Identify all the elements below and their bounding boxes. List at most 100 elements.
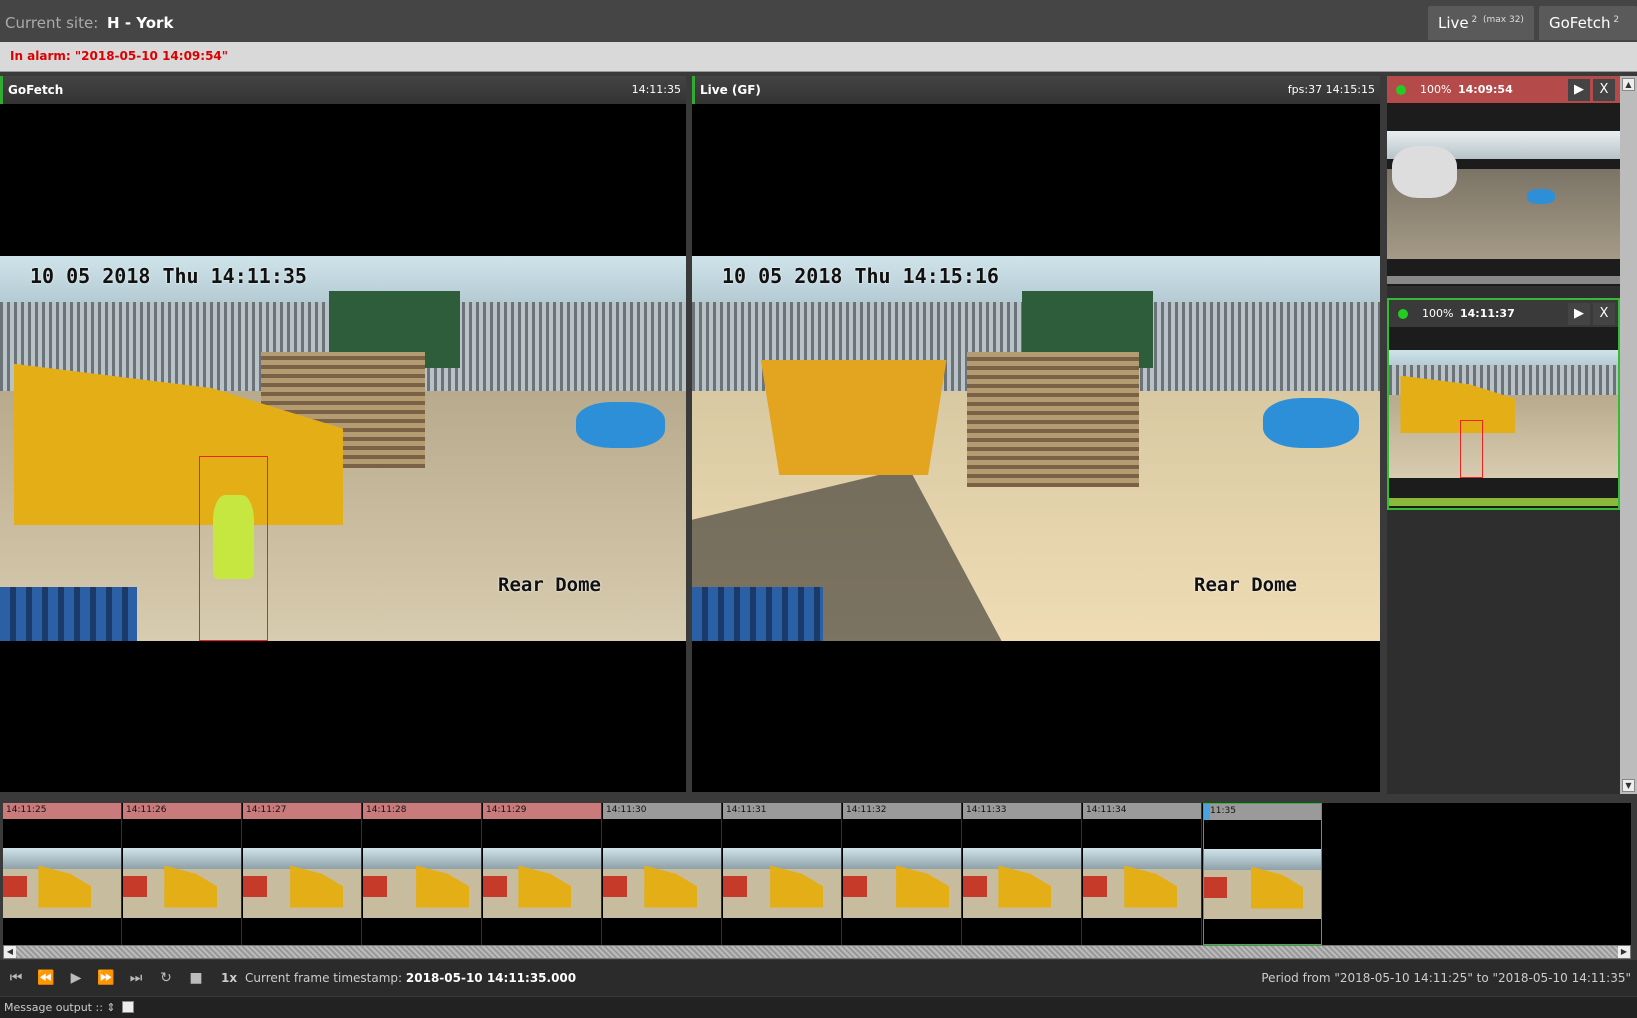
scene-blue-pallets	[692, 587, 823, 641]
timeline-frame[interactable]: 14:11:29	[483, 803, 602, 945]
live-osd-date: 10 05 2018 Thu 14:15:16	[722, 264, 999, 288]
playback-speed[interactable]: 1x	[221, 971, 237, 985]
gofetch-panel-header: GoFetch 14:11:35	[0, 76, 686, 104]
timeline-frame-thumbnail	[1204, 849, 1321, 919]
site-label: Current site:	[5, 14, 99, 32]
live-osd-camera: Rear Dome	[1194, 574, 1297, 596]
tab-live-max: (max 32)	[1482, 15, 1524, 25]
timeline-scrollbar[interactable]: ◀ ▶	[3, 945, 1631, 959]
thumb-card-2[interactable]: 100% 14:11:37 ▶ X	[1387, 298, 1620, 510]
gofetch-panel-title: GoFetch	[8, 83, 64, 97]
scroll-down-icon[interactable]: ▼	[1622, 779, 1635, 792]
message-output-checkbox[interactable]	[122, 1001, 134, 1013]
message-output: Message output :: ⇕	[0, 997, 1637, 1018]
timeline-frame-time: 14:11:25	[3, 803, 121, 819]
period-range: Period from "2018-05-10 14:11:25" to "20…	[1261, 971, 1631, 985]
loop-icon[interactable]: ↻	[154, 968, 178, 988]
timeline-frame[interactable]: 14:11:34	[1083, 803, 1202, 945]
timeline-frame[interactable]: 14:11:33	[963, 803, 1082, 945]
rewind-icon[interactable]: ⏪	[34, 968, 58, 988]
gofetch-osd-date: 10 05 2018 Thu 14:11:35	[30, 264, 307, 288]
scene-tank	[1526, 188, 1555, 204]
thumb-card-1-time: 14:09:54	[1458, 83, 1513, 96]
live-panel-title: Live (GF)	[700, 83, 761, 97]
side-scrollbar[interactable]: ▲ ▼	[1620, 76, 1637, 794]
thumb-card-1-image[interactable]	[1387, 131, 1620, 259]
timeline-frame[interactable]: 14:11:25	[3, 803, 122, 945]
gofetch-panel-time: 14:11:35	[631, 83, 681, 96]
timeline-frame-thumbnail	[123, 848, 241, 918]
live-panel-header: Live (GF) fps:37 14:15:15	[692, 76, 1380, 104]
detection-box	[198, 456, 268, 641]
tab-live[interactable]: Live 2 (max 32)	[1428, 6, 1534, 40]
gofetch-osd-camera: Rear Dome	[498, 574, 601, 596]
thumb-card-1-progress	[1387, 276, 1620, 284]
thumb-card-2-image[interactable]	[1389, 350, 1618, 478]
timeline-frame-thumbnail	[963, 848, 1081, 918]
timeline-frame-time: 14:11:29	[483, 803, 601, 819]
playback-controls: ⏮ ⏪ ▶ ⏩ ⏭ ↻ ■ 1x Current frame timestamp…	[0, 960, 1637, 996]
scene-pallets	[967, 352, 1140, 487]
timeline-frame-thumbnail	[243, 848, 361, 918]
timeline-frame-time: 14:11:26	[123, 803, 241, 819]
timeline-frame[interactable]: :11:35	[1203, 803, 1322, 945]
timeline-strip: 14:11:25 14:11:26 14:11:27 14:11:28 14:11:29…	[3, 803, 1631, 945]
current-site: Current site: H - York	[5, 14, 173, 32]
status-dot-icon	[1398, 309, 1408, 319]
timeline-frame[interactable]: 14:11:26	[123, 803, 242, 945]
skip-start-icon[interactable]: ⏮	[4, 968, 28, 988]
timeline-frame-time: 14:11:31	[723, 803, 841, 819]
scene-skip	[760, 359, 947, 476]
save-icon[interactable]: ■	[184, 968, 208, 988]
thumb-card-2-header: 100% 14:11:37 ▶ X	[1389, 300, 1618, 327]
timeline-frame-time: 14:11:33	[963, 803, 1081, 819]
timeline-frame-thumbnail	[3, 848, 121, 918]
alarm-bar: In alarm: "2018-05-10 14:09:54"	[0, 42, 1637, 72]
close-icon[interactable]: X	[1593, 303, 1615, 325]
thumb-card-1-zoom: 100%	[1420, 83, 1452, 96]
timeline-frame[interactable]: 14:11:27	[243, 803, 362, 945]
timeline-frame-time: 14:11:32	[843, 803, 961, 819]
thumb-card-1[interactable]: 100% 14:09:54 ▶ X	[1387, 76, 1620, 286]
timeline-frame-thumbnail	[843, 848, 961, 918]
play-icon[interactable]: ▶	[64, 968, 88, 988]
scene-blue-pallets	[0, 587, 138, 641]
status-dot-icon	[1396, 85, 1406, 95]
live-panel-fps-time: fps:37 14:15:15	[1287, 83, 1375, 96]
tab-live-label: Live	[1438, 14, 1469, 32]
gofetch-video[interactable]: 10 05 2018 Thu 14:11:35 Rear Dome	[0, 256, 686, 641]
top-bar: Current site: H - York Live 2 (max 32) G…	[0, 0, 1637, 42]
timeline-frame-time: 14:11:28	[363, 803, 481, 819]
tab-gofetch-label: GoFetch	[1549, 14, 1611, 32]
skip-end-icon[interactable]: ⏭	[124, 968, 148, 988]
timeline-frame-thumbnail	[363, 848, 481, 918]
timeline-frame-time: 14:11:30	[603, 803, 721, 819]
thumb-card-1-header: 100% 14:09:54 ▶ X	[1387, 76, 1620, 103]
scene-water-tank	[576, 402, 666, 449]
timeline-frame-time: 14:11:34	[1083, 803, 1201, 819]
scroll-up-icon[interactable]: ▲	[1622, 78, 1635, 91]
timeline-frame-thumbnail	[483, 848, 601, 918]
message-output-label: Message output :: ⇕	[4, 1001, 116, 1014]
spinner-icon[interactable]: ⇕	[106, 1001, 115, 1014]
timeline-frame[interactable]: 14:11:28	[363, 803, 482, 945]
timeline-frame[interactable]: 14:11:32	[843, 803, 962, 945]
scene-mixer	[1391, 146, 1457, 198]
thumb-card-2-zoom: 100%	[1422, 307, 1454, 320]
scroll-right-icon[interactable]: ▶	[1618, 946, 1630, 958]
play-icon[interactable]: ▶	[1568, 303, 1590, 325]
fast-forward-icon[interactable]: ⏩	[94, 968, 118, 988]
timeline-frame-thumbnail	[723, 848, 841, 918]
timeline-frame[interactable]: 14:11:31	[723, 803, 842, 945]
playhead-marker[interactable]	[1204, 804, 1210, 820]
tab-gofetch-count: 2	[1613, 15, 1620, 25]
live-video[interactable]: 10 05 2018 Thu 14:15:16 Rear Dome	[692, 256, 1380, 641]
tab-gofetch[interactable]: GoFetch 2	[1539, 6, 1637, 40]
scroll-left-icon[interactable]: ◀	[4, 946, 16, 958]
close-icon[interactable]: X	[1593, 79, 1615, 101]
play-icon[interactable]: ▶	[1568, 79, 1590, 101]
timeline-frame-time: 14:11:27	[243, 803, 361, 819]
thumb-card-2-time: 14:11:37	[1460, 307, 1515, 320]
timeline-frame[interactable]: 14:11:30	[603, 803, 722, 945]
live-panel: Live (GF) fps:37 14:15:15 10 05 2018 Thu…	[692, 76, 1380, 792]
